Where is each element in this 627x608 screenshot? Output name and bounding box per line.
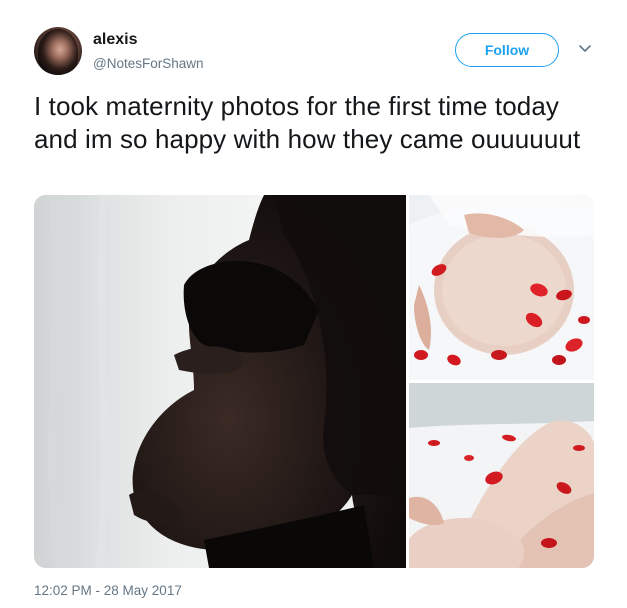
avatar-portrait (38, 29, 78, 75)
media-grid (34, 195, 594, 568)
display-name[interactable]: alexis (93, 31, 137, 49)
user-avatar[interactable] (34, 27, 82, 75)
follow-button[interactable]: Follow (455, 33, 559, 67)
user-handle[interactable]: @NotesForShawn (93, 56, 204, 71)
tweet-text: I took maternity photos for the first ti… (34, 91, 581, 154)
tweet-timestamp[interactable]: 12:02 PM - 28 May 2017 (34, 583, 182, 598)
chevron-down-icon[interactable] (577, 40, 593, 56)
photo-milk-bath-legs[interactable] (409, 383, 594, 568)
photo-rose-petals-belly[interactable] (409, 195, 594, 380)
photo-maternity-silhouette[interactable] (34, 195, 406, 568)
tweet-card: alexis @NotesForShawn Follow I took mate… (0, 0, 627, 608)
